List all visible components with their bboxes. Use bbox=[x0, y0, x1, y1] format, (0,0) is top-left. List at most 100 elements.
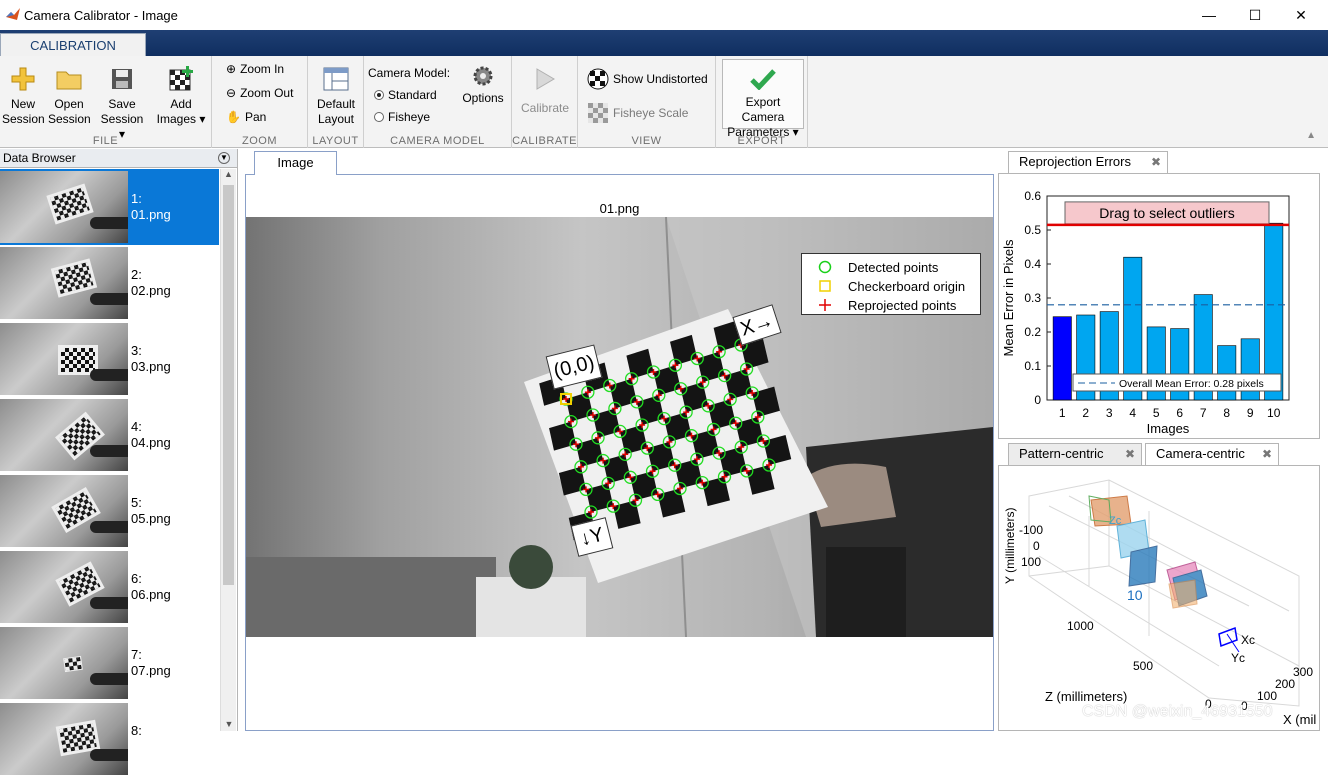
list-item[interactable]: 1: 01.png bbox=[0, 169, 219, 245]
standard-radio[interactable]: Standard bbox=[374, 88, 437, 102]
right-panel: Reprojection Errors ✖ 0 0.1 0.2 0.3 0.4 0.5 0.6… bbox=[998, 149, 1328, 731]
fisheye-label: Fisheye bbox=[388, 110, 431, 124]
scrollbar-thumb[interactable] bbox=[223, 185, 234, 585]
zoom-out-icon: ⊖ bbox=[226, 86, 237, 100]
layout-icon bbox=[323, 67, 349, 91]
calibrate-button[interactable]: Calibrate bbox=[516, 61, 574, 116]
export-section-label: EXPORT bbox=[737, 135, 786, 147]
y-tick-label: 0.4 bbox=[1024, 257, 1041, 271]
tab-calibration[interactable]: CALIBRATION bbox=[0, 33, 146, 56]
green-circle-icon bbox=[818, 260, 832, 274]
hand-thumb bbox=[90, 749, 128, 761]
x-tick-label: 10 bbox=[1267, 406, 1281, 420]
y-tick-0: 0 bbox=[1033, 539, 1040, 553]
camera-z-label: Zc bbox=[1109, 515, 1122, 527]
checker-circle-icon bbox=[587, 68, 609, 90]
scroll-up-icon[interactable]: ▲ bbox=[221, 169, 236, 179]
x-tick-label: 2 bbox=[1082, 406, 1089, 420]
add-label-2: Images ▾ bbox=[156, 112, 206, 126]
checker-grey-icon bbox=[588, 103, 608, 123]
tab-reprojection-errors[interactable]: Reprojection Errors ✖ bbox=[1008, 151, 1168, 173]
zoom-out-button[interactable]: ⊖ Zoom Out bbox=[226, 86, 293, 100]
scroll-down-icon[interactable]: ▼ bbox=[221, 719, 237, 729]
list-item[interactable]: 2: 02.png bbox=[0, 245, 219, 321]
pattern-planes bbox=[1088, 495, 1208, 609]
options-button[interactable]: Options bbox=[458, 61, 508, 106]
list-item[interactable]: 3: 03.png bbox=[0, 321, 219, 397]
close-icon[interactable]: ✖ bbox=[1125, 444, 1135, 464]
layout-label-2: Layout bbox=[317, 112, 355, 126]
thumbnail-label: 4: 04.png bbox=[131, 419, 171, 451]
add-label-1: Add bbox=[170, 97, 192, 111]
tab-image[interactable]: Image bbox=[254, 151, 337, 175]
collapse-ribbon-icon[interactable]: ▲ bbox=[1306, 130, 1316, 141]
maximize-button[interactable]: ☐ bbox=[1232, 0, 1278, 30]
x-tick-label: 3 bbox=[1106, 406, 1113, 420]
checkerboard-thumb bbox=[63, 655, 83, 673]
close-icon[interactable]: ✖ bbox=[1151, 152, 1161, 172]
default-layout-button[interactable]: Default Layout bbox=[311, 61, 361, 127]
reprojection-tab-label: Reprojection Errors bbox=[1019, 154, 1131, 169]
image-number: 5: bbox=[131, 495, 142, 510]
fisheye-scale-button[interactable]: Fisheye Scale bbox=[587, 102, 688, 124]
thumbnail-image bbox=[0, 323, 128, 395]
bar[interactable] bbox=[1264, 222, 1284, 401]
title-bar: Camera Calibrator - Image — ☐ ✕ bbox=[0, 0, 1328, 30]
minimize-button[interactable]: — bbox=[1186, 0, 1232, 30]
legend-reprojected-label: Reprojected points bbox=[848, 297, 957, 313]
add-images-button[interactable]: Add Images ▾ bbox=[154, 61, 208, 127]
reprojection-bar-chart: 0 0.1 0.2 0.3 0.4 0.5 0.6 1 2 3 4 5 6 7 8 9 10 Drag to se… bbox=[1001, 189, 1290, 436]
image-number: 1: bbox=[131, 191, 142, 206]
list-item[interactable]: 6: 06.png bbox=[0, 549, 219, 625]
list-item[interactable]: 8: bbox=[0, 701, 219, 777]
tab-camera-centric[interactable]: Camera-centric ✖ bbox=[1145, 443, 1279, 465]
hand-thumb bbox=[90, 673, 128, 685]
plus-icon bbox=[11, 67, 35, 91]
drag-outliers-label: Drag to select outliers bbox=[1099, 205, 1234, 221]
new-session-button[interactable]: New Session bbox=[2, 61, 45, 127]
matlab-logo-icon bbox=[6, 8, 20, 20]
thumbnail-image bbox=[0, 399, 128, 471]
camera-model-title: Camera Model: bbox=[368, 66, 451, 80]
x-axis-title: X (mil bbox=[1283, 712, 1316, 727]
save-session-button[interactable]: Save Session ▾ bbox=[96, 61, 148, 142]
zoom-in-button[interactable]: ⊕ Zoom In bbox=[226, 62, 284, 76]
checkmark-icon bbox=[750, 69, 776, 90]
pan-button[interactable]: ✋ Pan bbox=[226, 110, 266, 124]
show-undistorted-button[interactable]: Show Undistorted bbox=[587, 68, 708, 90]
fisheye-radio[interactable]: Fisheye bbox=[374, 110, 430, 124]
bar[interactable] bbox=[1052, 316, 1072, 401]
bar[interactable] bbox=[1217, 345, 1237, 401]
image-panel: Image 01.png (0,0) X→ ↓Y Detected points… bbox=[245, 149, 994, 731]
thumbnail-image bbox=[0, 627, 128, 699]
thumbnail-image bbox=[0, 475, 128, 547]
close-icon[interactable]: ✖ bbox=[1262, 444, 1272, 464]
legend-reprojected: Reprojected points bbox=[802, 296, 956, 314]
list-item[interactable]: 5: 05.png bbox=[0, 473, 219, 549]
camera-model-section-label: CAMERA MODEL bbox=[390, 135, 485, 147]
x-tick-label: 7 bbox=[1200, 406, 1207, 420]
tab-pattern-centric[interactable]: Pattern-centric ✖ bbox=[1008, 443, 1142, 465]
view-section: Show Undistorted Fisheye Scale VIEW bbox=[578, 56, 716, 148]
close-button[interactable]: ✕ bbox=[1278, 0, 1324, 30]
list-item[interactable]: 4: 04.png bbox=[0, 397, 219, 473]
x-tick-label: 1 bbox=[1059, 406, 1066, 420]
ribbon: New Session Open Session Save Session ▾ Add… bbox=[0, 56, 1328, 148]
scrollbar[interactable]: ▲ ▼ bbox=[220, 169, 236, 731]
open-label-2: Session bbox=[48, 112, 91, 126]
chevron-down-icon[interactable]: ▼ bbox=[218, 152, 230, 164]
list-item[interactable]: 7: 07.png bbox=[0, 625, 219, 701]
zoom-in-label: Zoom In bbox=[240, 62, 285, 76]
extrinsics-3d-plot: Y (millimeters) -100 0 100 1000 500 0 Z … bbox=[1003, 479, 1316, 727]
legend-origin-label: Checkerboard origin bbox=[848, 278, 966, 294]
y-tick-label: 0.1 bbox=[1024, 359, 1041, 373]
open-session-button[interactable]: Open Session bbox=[48, 61, 91, 127]
z-axis-title: Z (millimeters) bbox=[1045, 689, 1127, 704]
y-tick-100: 100 bbox=[1021, 555, 1041, 569]
image-filename: 04.png bbox=[131, 435, 171, 450]
checkerboard-thumb bbox=[46, 183, 94, 225]
thumbnail-label: 3: 03.png bbox=[131, 343, 171, 375]
export-camera-parameters-button[interactable]: Export Camera Parameters ▾ bbox=[722, 59, 804, 139]
window-title: Camera Calibrator - Image bbox=[24, 8, 178, 23]
layout-section: Default Layout LAYOUT bbox=[308, 56, 364, 148]
